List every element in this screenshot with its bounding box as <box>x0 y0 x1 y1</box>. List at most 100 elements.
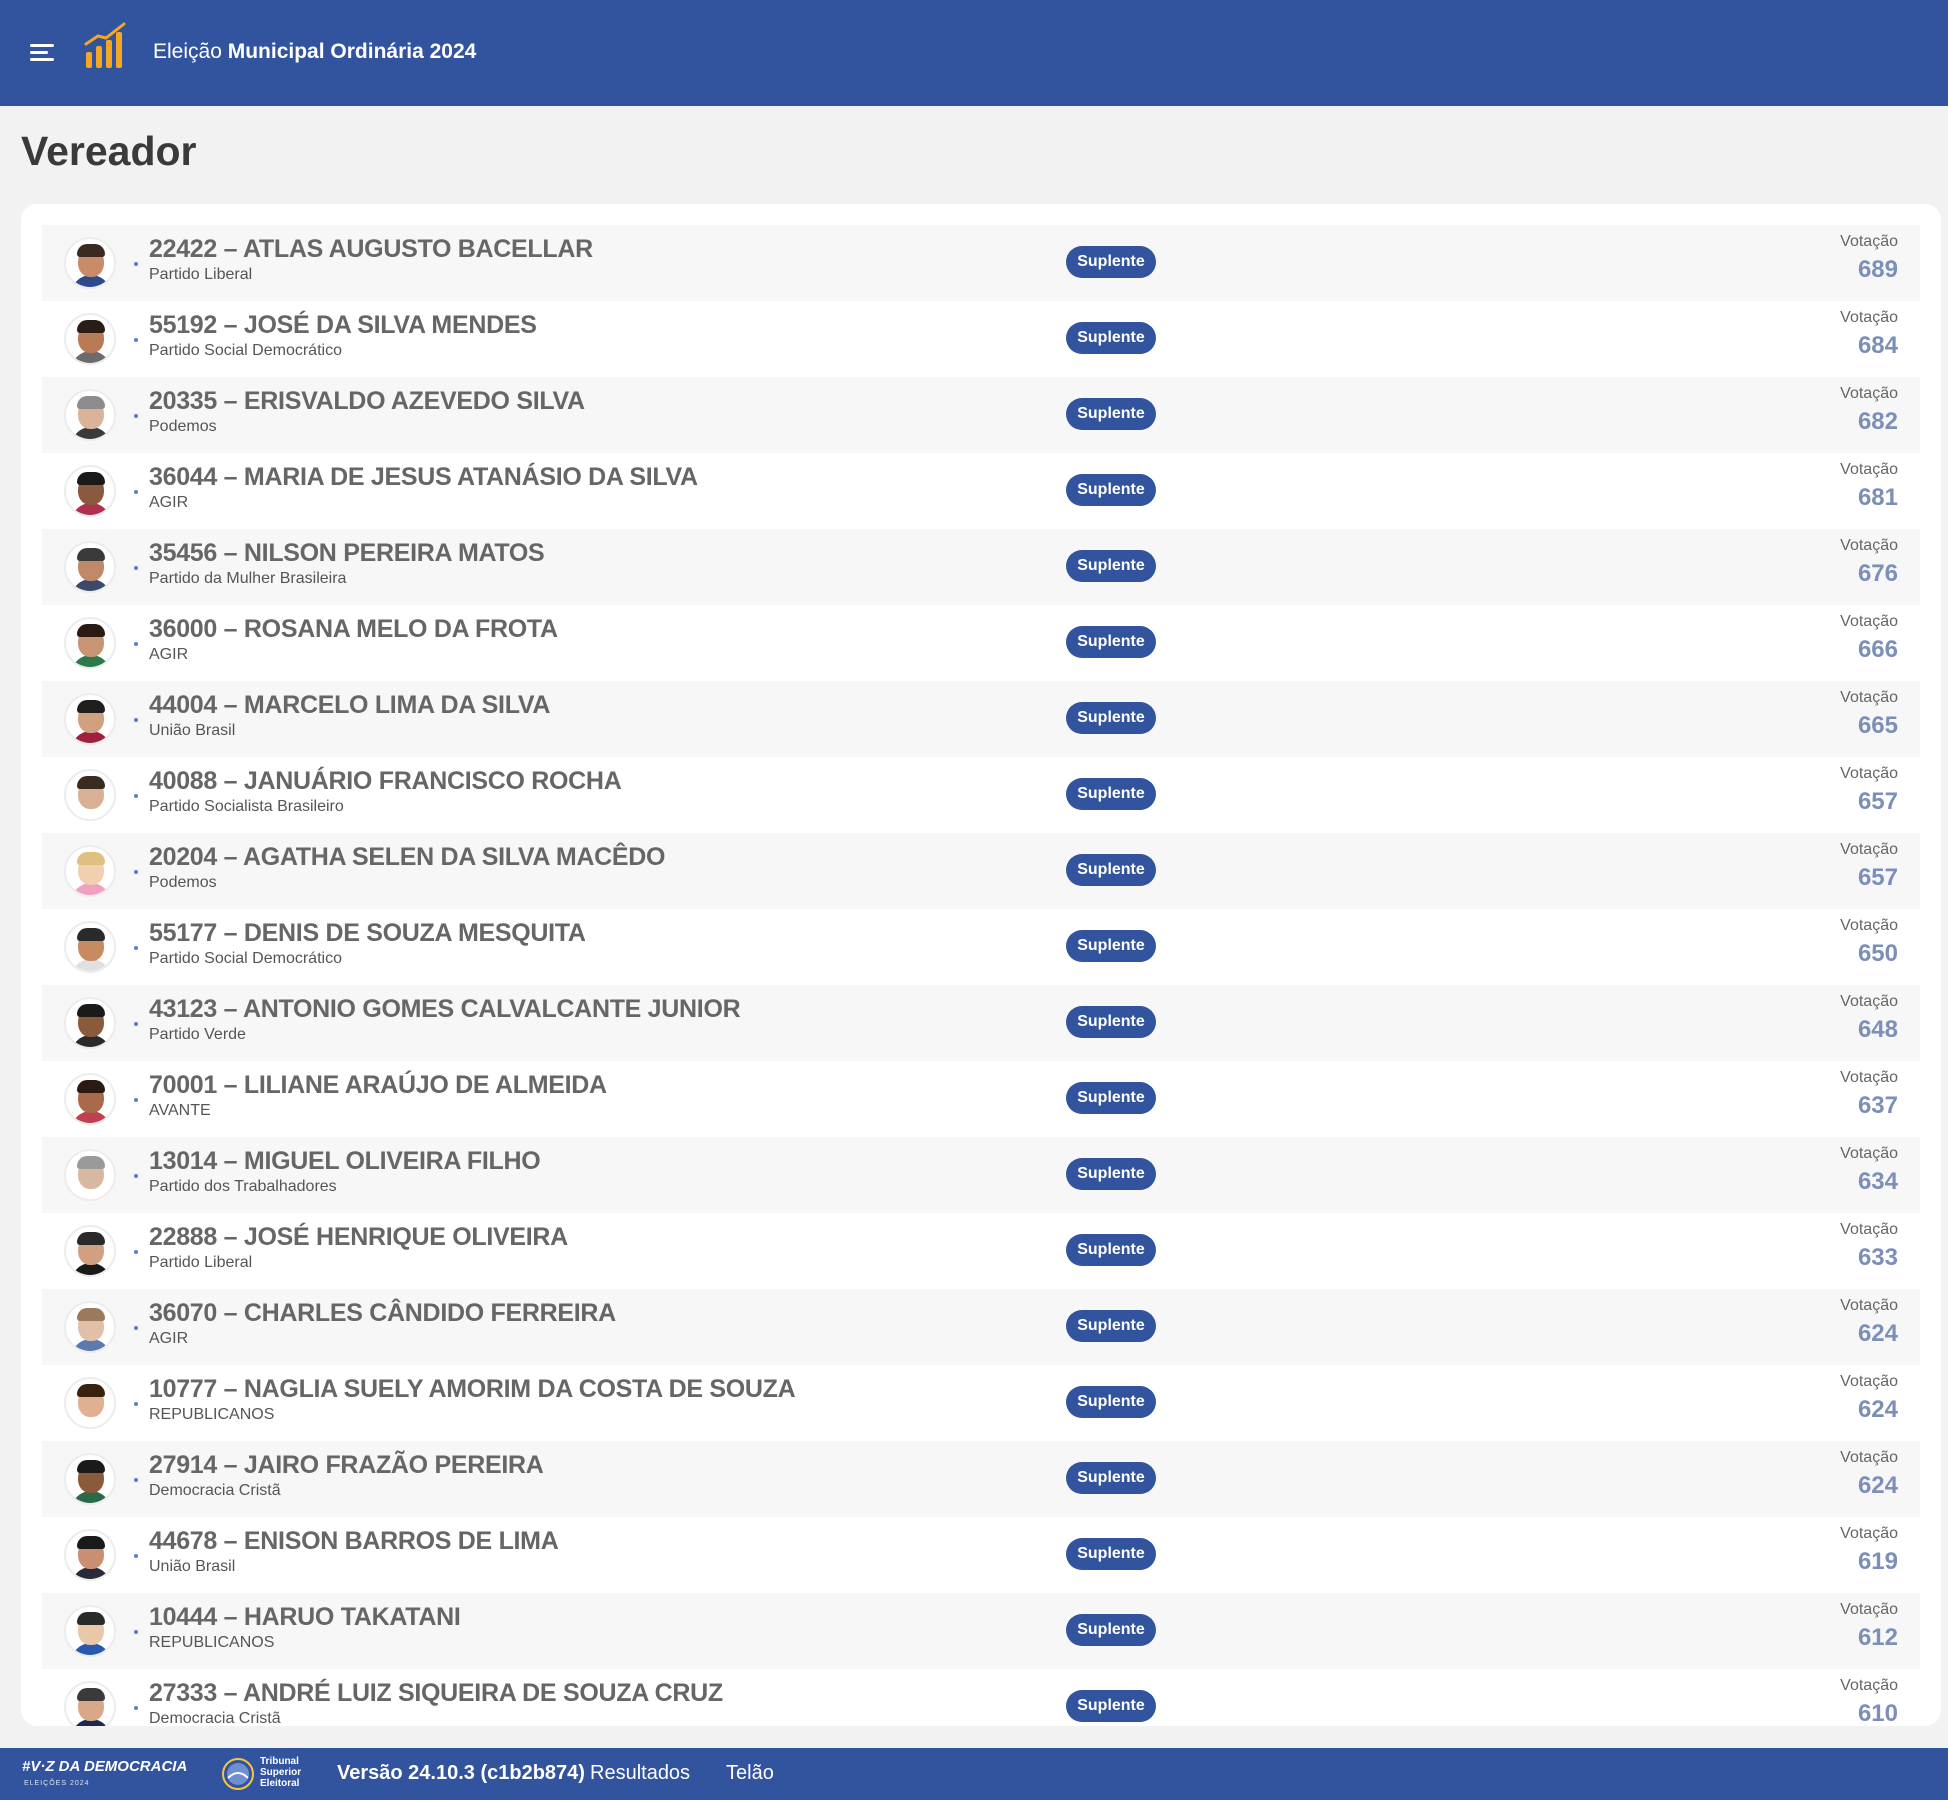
status-badge: Suplente <box>1066 1462 1156 1494</box>
candidate-party: União Brasil <box>149 1558 236 1575</box>
status-badge: Suplente <box>1066 1310 1156 1342</box>
status-dot <box>134 642 138 646</box>
candidate-row[interactable]: 44678 – ENISON BARROS DE LIMA União Brasi… <box>42 1517 1920 1593</box>
candidate-row[interactable]: 36044 – MARIA DE JESUS ATANÁSIO DA SILVA… <box>42 453 1920 529</box>
tse-logo-icon <box>222 1758 254 1790</box>
vote-count: 682 <box>1857 408 1898 435</box>
status-badge: Suplente <box>1066 550 1156 582</box>
candidate-row[interactable]: 55177 – DENIS DE SOUZA MESQUITA Partido S… <box>42 909 1920 985</box>
status-dot <box>134 1174 138 1178</box>
candidate-party: União Brasil <box>149 722 236 739</box>
candidate-name: 55177 – DENIS DE SOUZA MESQUITA <box>149 919 586 947</box>
candidate-photo <box>64 845 116 897</box>
status-badge: Suplente <box>1066 322 1156 354</box>
candidate-name: 35456 – NILSON PEREIRA MATOS <box>149 539 545 567</box>
status-dot <box>134 794 138 798</box>
candidate-row[interactable]: 13014 – MIGUEL OLIVEIRA FILHO Partido dos… <box>42 1137 1920 1213</box>
candidate-row[interactable]: 36000 – ROSANA MELO DA FROTA AGIR Suplente… <box>42 605 1920 681</box>
candidate-row[interactable]: 27333 – ANDRÉ LUIZ SIQUEIRA DE SOUZA CRU… <box>42 1669 1920 1726</box>
candidate-photo <box>64 389 116 441</box>
candidate-photo <box>64 1681 116 1726</box>
candidate-row[interactable]: 20204 – AGATHA SELEN DA SILVA MACÊDO Pode… <box>42 833 1920 909</box>
candidate-photo <box>64 769 116 821</box>
candidate-row[interactable]: 10777 – NAGLIA SUELY AMORIM DA COSTA DE … <box>42 1365 1920 1441</box>
app-title: Eleição Municipal Ordinária 2024 <box>153 40 476 64</box>
status-badge: Suplente <box>1066 1386 1156 1418</box>
status-badge: Suplente <box>1066 1614 1156 1646</box>
candidate-party: Podemos <box>149 874 217 891</box>
screen-link[interactable]: Telão <box>726 1762 774 1785</box>
candidate-name: 43123 – ANTONIO GOMES CALVALCANTE JUNIOR <box>149 995 741 1023</box>
status-dot <box>134 1250 138 1254</box>
candidate-photo <box>64 1529 116 1581</box>
candidate-row[interactable]: 35456 – NILSON PEREIRA MATOS Partido da M… <box>42 529 1920 605</box>
vote-label: Votação <box>1840 917 1898 934</box>
candidate-name: 36070 – CHARLES CÂNDIDO FERREIRA <box>149 1299 616 1327</box>
candidate-photo <box>64 693 116 745</box>
vote-count: 681 <box>1857 484 1898 511</box>
vote-label: Votação <box>1840 1449 1898 1466</box>
app-version: Versão 24.10.3 (c1b2b874) <box>337 1762 585 1784</box>
vote-count: 689 <box>1857 256 1898 283</box>
candidate-row[interactable]: 20335 – ERISVALDO AZEVEDO SILVA Podemos Su… <box>42 377 1920 453</box>
candidate-name: 27333 – ANDRÉ LUIZ SIQUEIRA DE SOUZA CRU… <box>149 1679 723 1707</box>
candidate-party: Partido da Mulher Brasileira <box>149 570 347 587</box>
vote-label: Votação <box>1840 537 1898 554</box>
candidate-row[interactable]: 70001 – LILIANE ARAÚJO DE ALMEIDA AVANTE S… <box>42 1061 1920 1137</box>
status-dot <box>134 1022 138 1026</box>
candidate-name: 20335 – ERISVALDO AZEVEDO SILVA <box>149 387 585 415</box>
candidate-name: 44678 – ENISON BARROS DE LIMA <box>149 1527 559 1555</box>
status-badge: Suplente <box>1066 854 1156 886</box>
candidate-photo <box>64 1225 116 1277</box>
vote-count: 665 <box>1857 712 1898 739</box>
app-title-prefix: Eleição <box>153 40 222 63</box>
results-link[interactable]: Resultados <box>590 1762 690 1785</box>
vote-count: 666 <box>1857 636 1898 663</box>
candidate-row[interactable]: 40088 – JANUÁRIO FRANCISCO ROCHA Partido … <box>42 757 1920 833</box>
candidate-list: 22422 – ATLAS AUGUSTO BACELLAR Partido Li… <box>42 225 1920 1726</box>
candidate-party: REPUBLICANOS <box>149 1634 275 1651</box>
candidate-name: 10444 – HARUO TAKATANI <box>149 1603 461 1631</box>
vote-count: 624 <box>1857 1320 1898 1347</box>
candidate-name: 40088 – JANUÁRIO FRANCISCO ROCHA <box>149 767 622 795</box>
candidate-party: Partido Social Democrático <box>149 342 342 359</box>
candidate-party: AVANTE <box>149 1102 211 1119</box>
vote-label: Votação <box>1840 1297 1898 1314</box>
candidate-row[interactable]: 55192 – JOSÉ DA SILVA MENDES Partido Soci… <box>42 301 1920 377</box>
vote-count: 637 <box>1857 1092 1898 1119</box>
vote-label: Votação <box>1840 993 1898 1010</box>
candidate-party: REPUBLICANOS <box>149 1406 275 1423</box>
status-badge: Suplente <box>1066 1690 1156 1722</box>
candidate-row[interactable]: 36070 – CHARLES CÂNDIDO FERREIRA AGIR Supl… <box>42 1289 1920 1365</box>
status-badge: Suplente <box>1066 398 1156 430</box>
vote-label: Votação <box>1840 309 1898 326</box>
candidate-row[interactable]: 43123 – ANTONIO GOMES CALVALCANTE JUNIOR… <box>42 985 1920 1061</box>
vote-count: 612 <box>1857 1624 1898 1651</box>
candidate-row[interactable]: 27914 – JAIRO FRAZÃO PEREIRA Democracia C… <box>42 1441 1920 1517</box>
candidate-party: Partido dos Trabalhadores <box>149 1178 337 1195</box>
vote-count: 648 <box>1857 1016 1898 1043</box>
candidate-photo <box>64 1073 116 1125</box>
vote-label: Votação <box>1840 689 1898 706</box>
vote-count: 624 <box>1857 1396 1898 1423</box>
status-badge: Suplente <box>1066 1158 1156 1190</box>
status-badge: Suplente <box>1066 1082 1156 1114</box>
vote-label: Votação <box>1840 385 1898 402</box>
candidate-party: AGIR <box>149 646 189 663</box>
candidate-photo <box>64 465 116 517</box>
footer: #V·Z DA DEMOCRACIA ELEIÇÕES 2024 Tribuna… <box>0 1748 1948 1800</box>
candidate-name: 10777 – NAGLIA SUELY AMORIM DA COSTA DE … <box>149 1375 796 1403</box>
status-dot <box>134 1706 138 1710</box>
vote-count: 619 <box>1857 1548 1898 1575</box>
status-dot <box>134 338 138 342</box>
candidate-row[interactable]: 22422 – ATLAS AUGUSTO BACELLAR Partido Li… <box>42 225 1920 301</box>
voz-da-democracia-logo: #V·Z DA DEMOCRACIA <box>22 1758 188 1775</box>
candidate-row[interactable]: 44004 – MARCELO LIMA DA SILVA União Brasi… <box>42 681 1920 757</box>
candidate-row[interactable]: 10444 – HARUO TAKATANI REPUBLICANOS Suplen… <box>42 1593 1920 1669</box>
candidate-photo <box>64 617 116 669</box>
status-dot <box>134 1402 138 1406</box>
status-badge: Suplente <box>1066 626 1156 658</box>
candidate-row[interactable]: 22888 – JOSÉ HENRIQUE OLIVEIRA Partido Li… <box>42 1213 1920 1289</box>
vote-label: Votação <box>1840 765 1898 782</box>
hamburger-menu-icon[interactable] <box>30 40 56 62</box>
